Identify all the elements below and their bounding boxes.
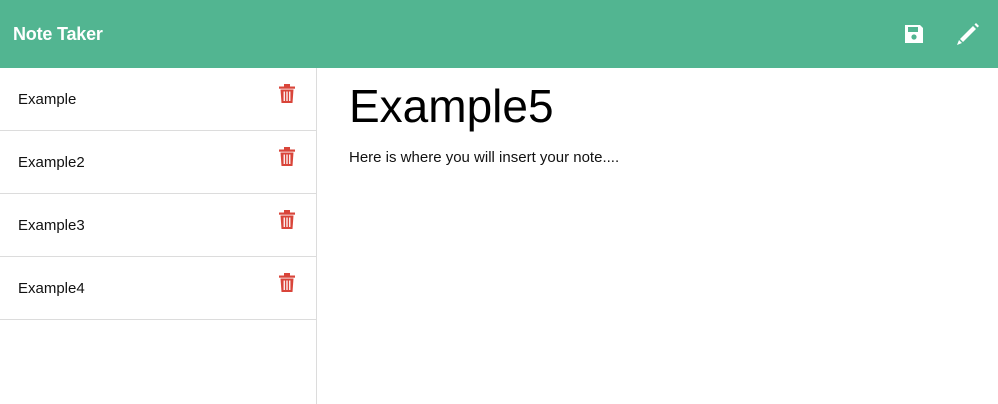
note-title-input[interactable] — [349, 78, 949, 134]
note-list-item[interactable]: Example4 — [0, 257, 316, 320]
trash-icon — [279, 147, 295, 171]
new-note-button[interactable] — [950, 16, 986, 52]
note-list-item[interactable]: Example2 — [0, 131, 316, 194]
delete-note-button[interactable] — [278, 147, 296, 171]
note-list-item-title: Example2 — [18, 153, 85, 171]
save-note-button[interactable] — [896, 16, 932, 52]
note-list-item-title: Example — [18, 90, 77, 108]
note-list-item[interactable]: Example — [0, 68, 316, 131]
pencil-icon — [955, 21, 981, 47]
brand-link[interactable]: Note Taker — [13, 24, 103, 45]
nav-actions — [896, 16, 986, 52]
note-editor: Here is where you will insert your note.… — [318, 68, 998, 404]
navbar: Note Taker — [0, 0, 998, 68]
trash-icon — [279, 273, 295, 297]
floppy-disk-icon — [902, 22, 926, 46]
delete-note-button[interactable] — [278, 273, 296, 297]
note-list: Example Example2 Example3 Example4 — [0, 68, 317, 404]
trash-icon — [279, 210, 295, 234]
delete-note-button[interactable] — [278, 210, 296, 234]
note-body-textarea[interactable]: Here is where you will insert your note.… — [349, 148, 949, 308]
note-list-item-title: Example3 — [18, 216, 85, 234]
note-list-item-title: Example4 — [18, 279, 85, 297]
trash-icon — [279, 84, 295, 108]
note-list-item[interactable]: Example3 — [0, 194, 316, 257]
delete-note-button[interactable] — [278, 84, 296, 108]
